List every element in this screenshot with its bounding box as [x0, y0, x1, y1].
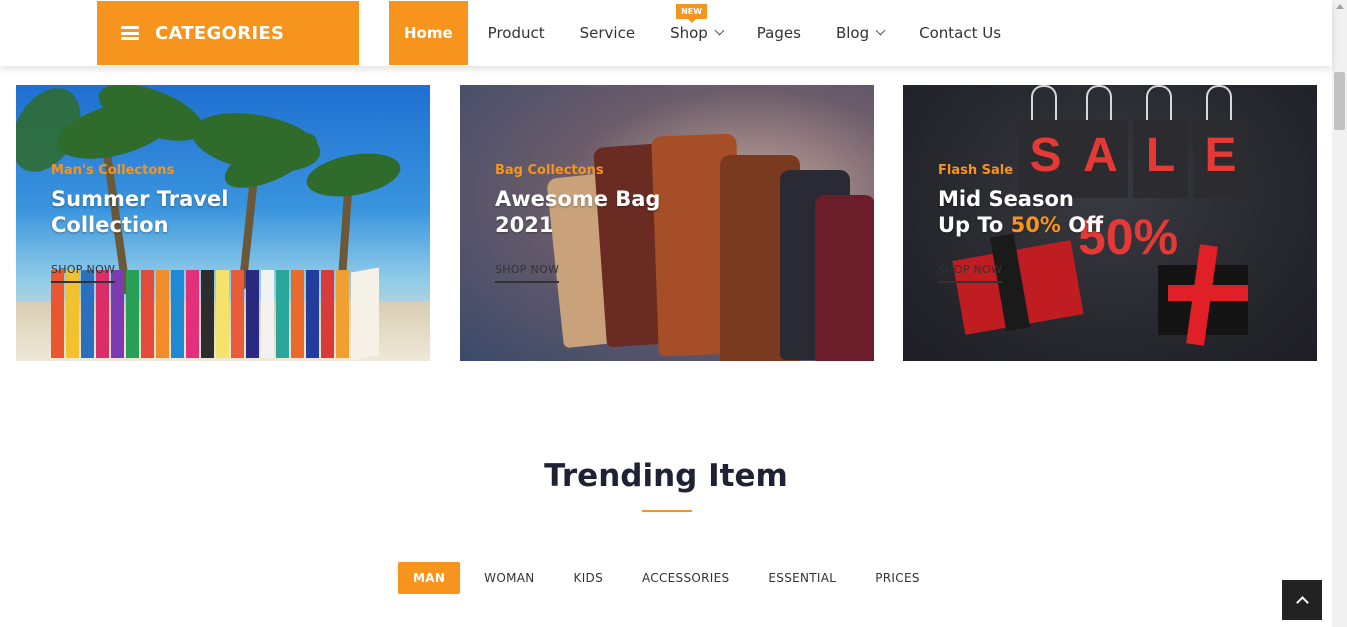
chevron-up-icon — [1295, 596, 1309, 609]
banner-title-line: Up To 50% Off — [938, 212, 1103, 238]
tab-essential[interactable]: ESSENTIAL — [768, 562, 836, 594]
hamburger-icon — [121, 26, 139, 40]
tab-kids[interactable]: KIDS — [574, 562, 603, 594]
banner-eyebrow: Bag Collectons — [495, 163, 604, 178]
banner-content: Bag Collectons Awesome Bag 2021 SHOP NOW — [495, 163, 660, 283]
title-underline — [642, 510, 692, 512]
banner-title-line: Awesome Bag — [495, 187, 661, 211]
chevron-down-icon — [875, 25, 886, 36]
tab-accessories[interactable]: ACCESSORIES — [642, 562, 729, 594]
nav-item-label: Service — [579, 24, 636, 42]
trending-tabs: MAN WOMAN KIDS ACCESSORIES ESSENTIAL PRI… — [398, 562, 920, 594]
new-badge: NEW — [676, 4, 708, 23]
nav-item-contact[interactable]: Contact Us — [919, 1, 1001, 65]
banner-content: Man's Collectons Summer Travel Collectio… — [51, 163, 228, 283]
shop-now-link[interactable]: SHOP NOW — [938, 263, 1003, 283]
nav-item-label: Shop — [670, 24, 708, 42]
banner-content: Flash Sale Mid Season Up To 50% Off SHOP… — [938, 163, 1103, 283]
shop-now-link[interactable]: SHOP NOW — [51, 263, 116, 283]
tab-man[interactable]: MAN — [398, 562, 461, 594]
categories-button[interactable]: CATEGORIES — [97, 1, 359, 65]
nav-item-label: Contact Us — [919, 24, 1002, 42]
banner-title: Summer Travel Collection — [51, 186, 228, 238]
main-menu: Home Product Service NEW Shop Pages Blog… — [389, 1, 1001, 65]
nav-item-product[interactable]: Product — [488, 1, 545, 65]
banner-eyebrow: Flash Sale — [938, 163, 1014, 178]
banner-flash-sale[interactable]: S A L E 50% Flash Sale Mid Season Up To … — [903, 85, 1317, 361]
shop-now-link[interactable]: SHOP NOW — [495, 263, 560, 283]
title-text: Off — [1060, 213, 1104, 237]
banner-title: Awesome Bag 2021 — [495, 186, 660, 238]
nav-item-blog[interactable]: Blog — [835, 1, 886, 65]
scrollbar-thumb[interactable] — [1334, 72, 1345, 130]
title-highlight: 50% — [1010, 213, 1061, 237]
tab-woman[interactable]: WOMAN — [484, 562, 534, 594]
title-text: Up To — [938, 213, 1011, 237]
nav-item-home[interactable]: Home — [389, 1, 468, 65]
banner-title-line: Summer Travel — [51, 187, 229, 211]
banner-title-line: 2021 — [495, 213, 554, 237]
nav-item-label: Product — [487, 24, 545, 42]
trending-title: Trending Item — [544, 458, 788, 494]
main-navbar: CATEGORIES Home Product Service NEW Shop… — [0, 0, 1332, 66]
sale-letter: E — [1204, 129, 1237, 182]
banner-title-line: Collection — [51, 213, 169, 237]
tab-prices[interactable]: PRICES — [875, 562, 920, 594]
sale-letter: L — [1145, 129, 1176, 182]
nav-item-label: Pages — [756, 24, 801, 42]
nav-item-label: Blog — [835, 24, 870, 42]
banner-awesome-bag[interactable]: Bag Collectons Awesome Bag 2021 SHOP NOW — [460, 85, 874, 361]
banner-eyebrow: Man's Collectons — [51, 163, 175, 178]
banner-title-line: Mid Season — [938, 187, 1074, 211]
chevron-down-icon — [714, 25, 725, 36]
back-to-top-button[interactable] — [1282, 580, 1322, 620]
categories-label: CATEGORIES — [155, 22, 285, 44]
banner-title: Mid Season Up To 50% Off — [938, 186, 1103, 238]
nav-item-pages[interactable]: Pages — [757, 1, 801, 65]
banner-summer-travel[interactable]: Man's Collectons Summer Travel Collectio… — [16, 85, 430, 361]
scroll-up-arrow-icon[interactable] — [1336, 4, 1344, 9]
nav-item-label: Home — [404, 24, 453, 42]
nav-item-shop[interactable]: NEW Shop — [670, 1, 725, 65]
page-scrollbar[interactable] — [1332, 0, 1347, 627]
nav-item-service[interactable]: Service — [580, 1, 635, 65]
